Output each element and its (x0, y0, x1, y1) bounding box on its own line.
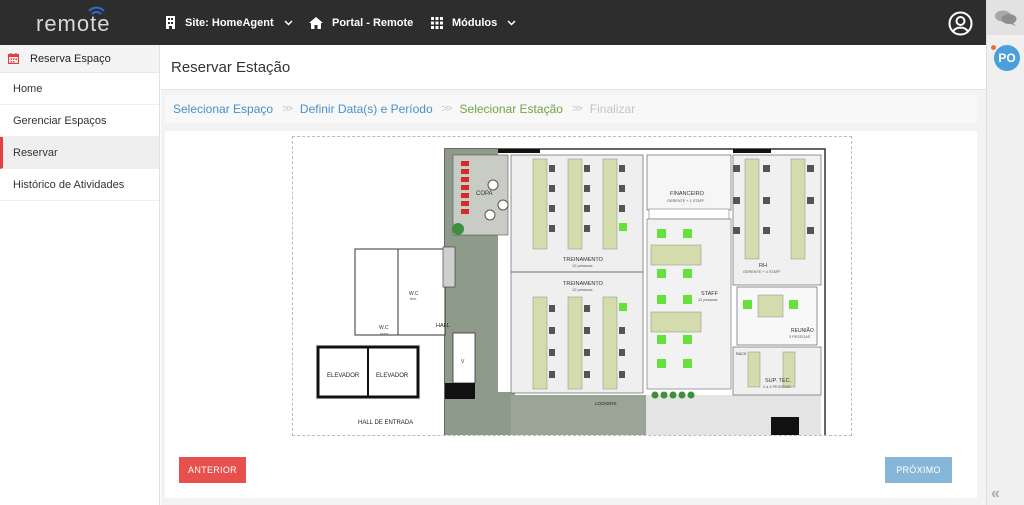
main-content: Reservar Estação Selecionar Espaço >> De… (161, 45, 986, 505)
building-icon (165, 16, 176, 29)
floorplan-label-elevador-1: ELEVADOR (327, 373, 360, 379)
step-separator-icon: >> (282, 103, 293, 115)
remote-logo[interactable]: remote (36, 6, 146, 40)
floorplan-label-hall: HALL (436, 323, 450, 329)
step-separator-icon: >> (441, 103, 453, 115)
sidebar-item-reservar[interactable]: Reservar (0, 137, 159, 169)
modules-menu[interactable]: Módulos (431, 0, 516, 45)
floorplan-label-wc-masc: W.C (379, 325, 389, 331)
sidebar-item-label: Reservar (13, 146, 58, 159)
site-label: Site: HomeAgent (185, 16, 274, 29)
step-definir-data[interactable]: Definir Data(s) e Período (300, 102, 433, 116)
floorplan-card: COPA TREINAMENTO 12 pessoas TREINAMENTO … (165, 131, 977, 498)
floorplan-label-hall-entrada: HALL DE ENTRADA (358, 420, 413, 426)
step-separator-icon: >> (571, 103, 583, 115)
site-selector[interactable]: Site: HomeAgent (165, 0, 293, 45)
sidebar-item-historico[interactable]: Histórico de Atividades (0, 169, 159, 201)
sidebar-item-label: Histórico de Atividades (13, 178, 125, 191)
floorplan-label-financeiro: FINANCEIRO (670, 191, 705, 197)
grid-icon (431, 16, 443, 29)
floorplan-label-treinamento-2-sub: 12 pessoas (572, 287, 592, 292)
home-icon (309, 16, 323, 29)
sidebar-title: Reserva Espaço (30, 52, 111, 65)
portal-link[interactable]: Portal - Remote (309, 0, 413, 45)
sidebar: Reserva Espaço Home Gerenciar Espaços Re… (0, 45, 160, 505)
chat-button[interactable] (987, 0, 1024, 35)
page-title: Reservar Estação (161, 45, 986, 90)
floorplan-label-rh-sub: GERENTE + 4 STAFF (743, 270, 781, 274)
logo-text: remote (36, 11, 110, 36)
user-account-button[interactable] (948, 11, 973, 41)
floorplan-label-staff: STAFF (701, 291, 719, 297)
notification-dot (991, 45, 996, 50)
floorplan-label-sup-tec: SUP. TEC. (765, 378, 792, 384)
floorplan-label-rh: RH (759, 263, 767, 269)
portal-label: Portal - Remote (332, 16, 414, 29)
top-navbar: remote Site: HomeAgent Portal - Remote M… (0, 0, 986, 45)
user-circle-icon (948, 11, 973, 36)
floorplan-map: COPA TREINAMENTO 12 pessoas TREINAMENTO … (292, 136, 852, 436)
sidebar-header: Reserva Espaço (0, 45, 159, 73)
floorplan-label-rack: RACK (736, 352, 747, 356)
previous-button[interactable]: ANTERIOR (179, 457, 246, 483)
floorplan-label-wc-fem-sub: fem. (410, 297, 417, 301)
modules-label: Módulos (452, 16, 498, 29)
floorplan-label-financeiro-sub: GERENTE + 1 STAFF (667, 199, 705, 203)
step-selecionar-espaco[interactable]: Selecionar Espaço (173, 102, 273, 116)
floorplan-label-wc-masc-sub: masc. (380, 332, 390, 336)
calendar-icon (8, 53, 19, 64)
floorplan-label-sup-tec-sub: 2 a 4 PESSOAS (763, 385, 791, 389)
avatar[interactable]: PO (994, 45, 1020, 71)
floorplan-label-lockers: LOCKERS (595, 401, 617, 406)
sidebar-item-home[interactable]: Home (0, 73, 159, 105)
floorplan-label-elevador-2: ELEVADOR (376, 373, 409, 379)
chevron-down-icon (284, 19, 293, 26)
floorplan-label-staff-sub: 12 pessoas (698, 298, 718, 302)
floorplan-label-reuniao: REUNIÃO (791, 327, 814, 334)
chevron-down-icon (507, 19, 516, 26)
wizard-steps: Selecionar Espaço >> Definir Data(s) e P… (165, 95, 977, 123)
step-selecionar-estacao: Selecionar Estação (459, 102, 563, 116)
floorplan-label-reuniao-sub: 3 PESSOAS (789, 335, 811, 339)
chat-bubbles-icon (995, 10, 1017, 26)
step-finalizar: Finalizar (589, 102, 636, 116)
right-rail: PO « (986, 0, 1024, 505)
sidebar-item-label: Home (13, 82, 43, 95)
next-button[interactable]: PRÓXIMO (885, 457, 952, 483)
sidebar-item-label: Gerenciar Espaços (13, 114, 107, 127)
collapse-panel-icon[interactable]: « (991, 485, 1000, 503)
floorplan-label-copa: COPA (476, 191, 493, 197)
sidebar-item-gerenciar-espacos[interactable]: Gerenciar Espaços (0, 105, 159, 137)
floorplan-label-treinamento-1-sub: 12 pessoas (572, 263, 592, 268)
